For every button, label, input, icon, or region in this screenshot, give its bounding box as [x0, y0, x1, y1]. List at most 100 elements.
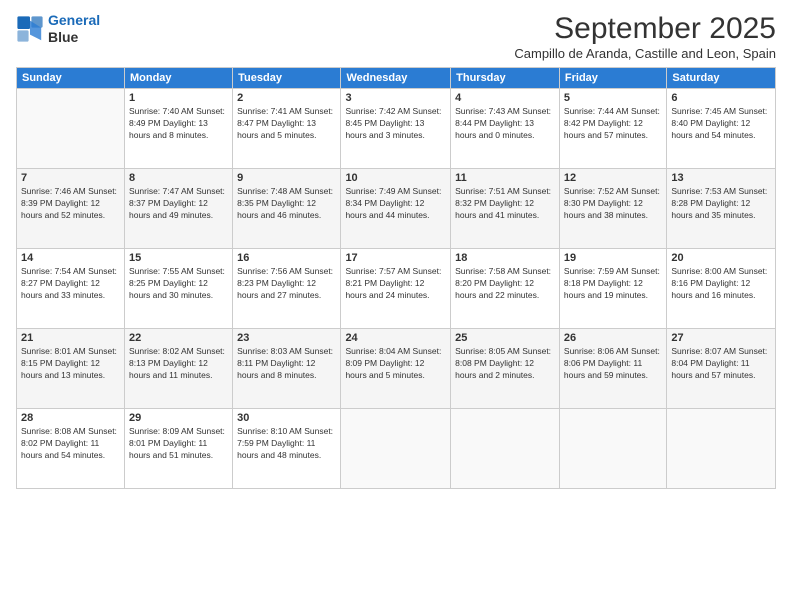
- day-number: 7: [21, 172, 120, 184]
- day-number: 11: [455, 172, 555, 184]
- day-info: Sunrise: 8:06 AM Sunset: 8:06 PM Dayligh…: [564, 346, 662, 382]
- table-row: 17Sunrise: 7:57 AM Sunset: 8:21 PM Dayli…: [341, 249, 451, 329]
- table-row: 14 Sunrise: 7:54 AM Sunset: 8:27 PM Dayli…: [17, 249, 125, 329]
- table-row: 1 Sunrise: 7:40 AM Sunset: 8:49 PM Daylig…: [124, 89, 232, 169]
- logo-line2: Blue: [48, 29, 100, 46]
- day-number: 10: [345, 172, 446, 184]
- calendar-week-4: 21 Sunrise: 8:01 AM Sunset: 8:15 PM Dayli…: [17, 329, 776, 409]
- day-info: Sunrise: 7:42 AM Sunset: 8:45 PM Dayligh…: [345, 106, 446, 142]
- day-info: Sunrise: 7:41 AM Sunset: 8:47 PM Dayligh…: [237, 106, 336, 142]
- day-info: Sunrise: 8:10 AM Sunset: 7:59 PM Dayligh…: [237, 426, 336, 462]
- table-row: [451, 409, 560, 489]
- day-number: 22: [129, 332, 228, 344]
- day-number: 5: [564, 92, 662, 104]
- day-info: Sunrise: 7:52 AM Sunset: 8:30 PM Dayligh…: [564, 186, 662, 222]
- col-saturday: Saturday: [667, 68, 776, 89]
- table-row: 25 Sunrise: 8:05 AM Sunset: 8:08 PM Dayli…: [451, 329, 560, 409]
- col-thursday: Thursday: [451, 68, 560, 89]
- logo-text: General Blue: [48, 12, 100, 46]
- table-row: 20 Sunrise: 8:00 AM Sunset: 8:16 PM Dayli…: [667, 249, 776, 329]
- table-row: 23 Sunrise: 8:03 AM Sunset: 8:11 PM Dayli…: [233, 329, 341, 409]
- day-info: Sunrise: 8:04 AM Sunset: 8:09 PM Dayligh…: [345, 346, 446, 382]
- day-info: Sunrise: 8:05 AM Sunset: 8:08 PM Dayligh…: [455, 346, 555, 382]
- calendar-header-row: Sunday Monday Tuesday Wednesday Thursday…: [17, 68, 776, 89]
- day-number: 23: [237, 332, 336, 344]
- day-number: 1: [129, 92, 228, 104]
- calendar-table: Sunday Monday Tuesday Wednesday Thursday…: [16, 67, 776, 489]
- day-info: Sunrise: 7:47 AM Sunset: 8:37 PM Dayligh…: [129, 186, 228, 222]
- table-row: 16 Sunrise: 7:56 AM Sunset: 8:23 PM Dayli…: [233, 249, 341, 329]
- day-number: 19: [564, 252, 662, 264]
- location-subtitle: Campillo de Aranda, Castille and Leon, S…: [514, 46, 776, 61]
- calendar-week-5: 28 Sunrise: 8:08 AM Sunset: 8:02 PM Dayli…: [17, 409, 776, 489]
- day-info: Sunrise: 7:48 AM Sunset: 8:35 PM Dayligh…: [237, 186, 336, 222]
- table-row: [17, 89, 125, 169]
- table-row: 9 Sunrise: 7:48 AM Sunset: 8:35 PM Daylig…: [233, 169, 341, 249]
- table-row: [667, 409, 776, 489]
- day-info: Sunrise: 8:00 AM Sunset: 8:16 PM Dayligh…: [671, 266, 771, 302]
- day-info: Sunrise: 7:59 AM Sunset: 8:18 PM Dayligh…: [564, 266, 662, 302]
- table-row: 12 Sunrise: 7:52 AM Sunset: 8:30 PM Dayli…: [559, 169, 666, 249]
- calendar-week-2: 7 Sunrise: 7:46 AM Sunset: 8:39 PM Daylig…: [17, 169, 776, 249]
- table-row: 11 Sunrise: 7:51 AM Sunset: 8:32 PM Dayli…: [451, 169, 560, 249]
- page: General Blue September 2025 Campillo de …: [0, 0, 792, 612]
- table-row: 21 Sunrise: 8:01 AM Sunset: 8:15 PM Dayli…: [17, 329, 125, 409]
- day-number: 13: [671, 172, 771, 184]
- table-row: 13Sunrise: 7:53 AM Sunset: 8:28 PM Dayli…: [667, 169, 776, 249]
- calendar-week-1: 1 Sunrise: 7:40 AM Sunset: 8:49 PM Daylig…: [17, 89, 776, 169]
- day-info: Sunrise: 8:01 AM Sunset: 8:15 PM Dayligh…: [21, 346, 120, 382]
- table-row: 8 Sunrise: 7:47 AM Sunset: 8:37 PM Daylig…: [124, 169, 232, 249]
- day-info: Sunrise: 7:45 AM Sunset: 8:40 PM Dayligh…: [671, 106, 771, 142]
- table-row: 10 Sunrise: 7:49 AM Sunset: 8:34 PM Dayli…: [341, 169, 451, 249]
- day-number: 17: [345, 252, 446, 264]
- day-number: 16: [237, 252, 336, 264]
- day-number: 18: [455, 252, 555, 264]
- day-number: 28: [21, 412, 120, 424]
- day-number: 9: [237, 172, 336, 184]
- table-row: 22 Sunrise: 8:02 AM Sunset: 8:13 PM Dayli…: [124, 329, 232, 409]
- day-info: Sunrise: 7:40 AM Sunset: 8:49 PM Dayligh…: [129, 106, 228, 142]
- day-info: Sunrise: 7:49 AM Sunset: 8:34 PM Dayligh…: [345, 186, 446, 222]
- table-row: 5 Sunrise: 7:44 AM Sunset: 8:42 PM Daylig…: [559, 89, 666, 169]
- day-info: Sunrise: 7:46 AM Sunset: 8:39 PM Dayligh…: [21, 186, 120, 222]
- table-row: 15 Sunrise: 7:55 AM Sunset: 8:25 PM Dayli…: [124, 249, 232, 329]
- day-info: Sunrise: 8:03 AM Sunset: 8:11 PM Dayligh…: [237, 346, 336, 382]
- day-info: Sunrise: 8:02 AM Sunset: 8:13 PM Dayligh…: [129, 346, 228, 382]
- day-number: 14: [21, 252, 120, 264]
- title-block: September 2025 Campillo de Aranda, Casti…: [514, 12, 776, 61]
- table-row: 2Sunrise: 7:41 AM Sunset: 8:47 PM Daylig…: [233, 89, 341, 169]
- table-row: [341, 409, 451, 489]
- table-row: 28 Sunrise: 8:08 AM Sunset: 8:02 PM Dayli…: [17, 409, 125, 489]
- day-number: 8: [129, 172, 228, 184]
- logo: General Blue: [16, 12, 100, 46]
- day-info: Sunrise: 8:08 AM Sunset: 8:02 PM Dayligh…: [21, 426, 120, 462]
- table-row: [559, 409, 666, 489]
- table-row: 6 Sunrise: 7:45 AM Sunset: 8:40 PM Daylig…: [667, 89, 776, 169]
- day-number: 6: [671, 92, 771, 104]
- table-row: 3Sunrise: 7:42 AM Sunset: 8:45 PM Daylig…: [341, 89, 451, 169]
- day-number: 15: [129, 252, 228, 264]
- day-number: 25: [455, 332, 555, 344]
- table-row: 26 Sunrise: 8:06 AM Sunset: 8:06 PM Dayli…: [559, 329, 666, 409]
- day-number: 20: [671, 252, 771, 264]
- col-monday: Monday: [124, 68, 232, 89]
- day-number: 21: [21, 332, 120, 344]
- day-number: 29: [129, 412, 228, 424]
- day-info: Sunrise: 7:51 AM Sunset: 8:32 PM Dayligh…: [455, 186, 555, 222]
- header: General Blue September 2025 Campillo de …: [16, 12, 776, 61]
- table-row: 30Sunrise: 8:10 AM Sunset: 7:59 PM Dayli…: [233, 409, 341, 489]
- table-row: 4Sunrise: 7:43 AM Sunset: 8:44 PM Daylig…: [451, 89, 560, 169]
- col-tuesday: Tuesday: [233, 68, 341, 89]
- calendar-week-3: 14 Sunrise: 7:54 AM Sunset: 8:27 PM Dayli…: [17, 249, 776, 329]
- day-number: 12: [564, 172, 662, 184]
- day-info: Sunrise: 7:44 AM Sunset: 8:42 PM Dayligh…: [564, 106, 662, 142]
- col-sunday: Sunday: [17, 68, 125, 89]
- day-info: Sunrise: 8:09 AM Sunset: 8:01 PM Dayligh…: [129, 426, 228, 462]
- day-info: Sunrise: 7:58 AM Sunset: 8:20 PM Dayligh…: [455, 266, 555, 302]
- day-info: Sunrise: 7:54 AM Sunset: 8:27 PM Dayligh…: [21, 266, 120, 302]
- day-info: Sunrise: 7:56 AM Sunset: 8:23 PM Dayligh…: [237, 266, 336, 302]
- day-number: 26: [564, 332, 662, 344]
- table-row: 24Sunrise: 8:04 AM Sunset: 8:09 PM Dayli…: [341, 329, 451, 409]
- table-row: 29 Sunrise: 8:09 AM Sunset: 8:01 PM Dayli…: [124, 409, 232, 489]
- day-info: Sunrise: 7:55 AM Sunset: 8:25 PM Dayligh…: [129, 266, 228, 302]
